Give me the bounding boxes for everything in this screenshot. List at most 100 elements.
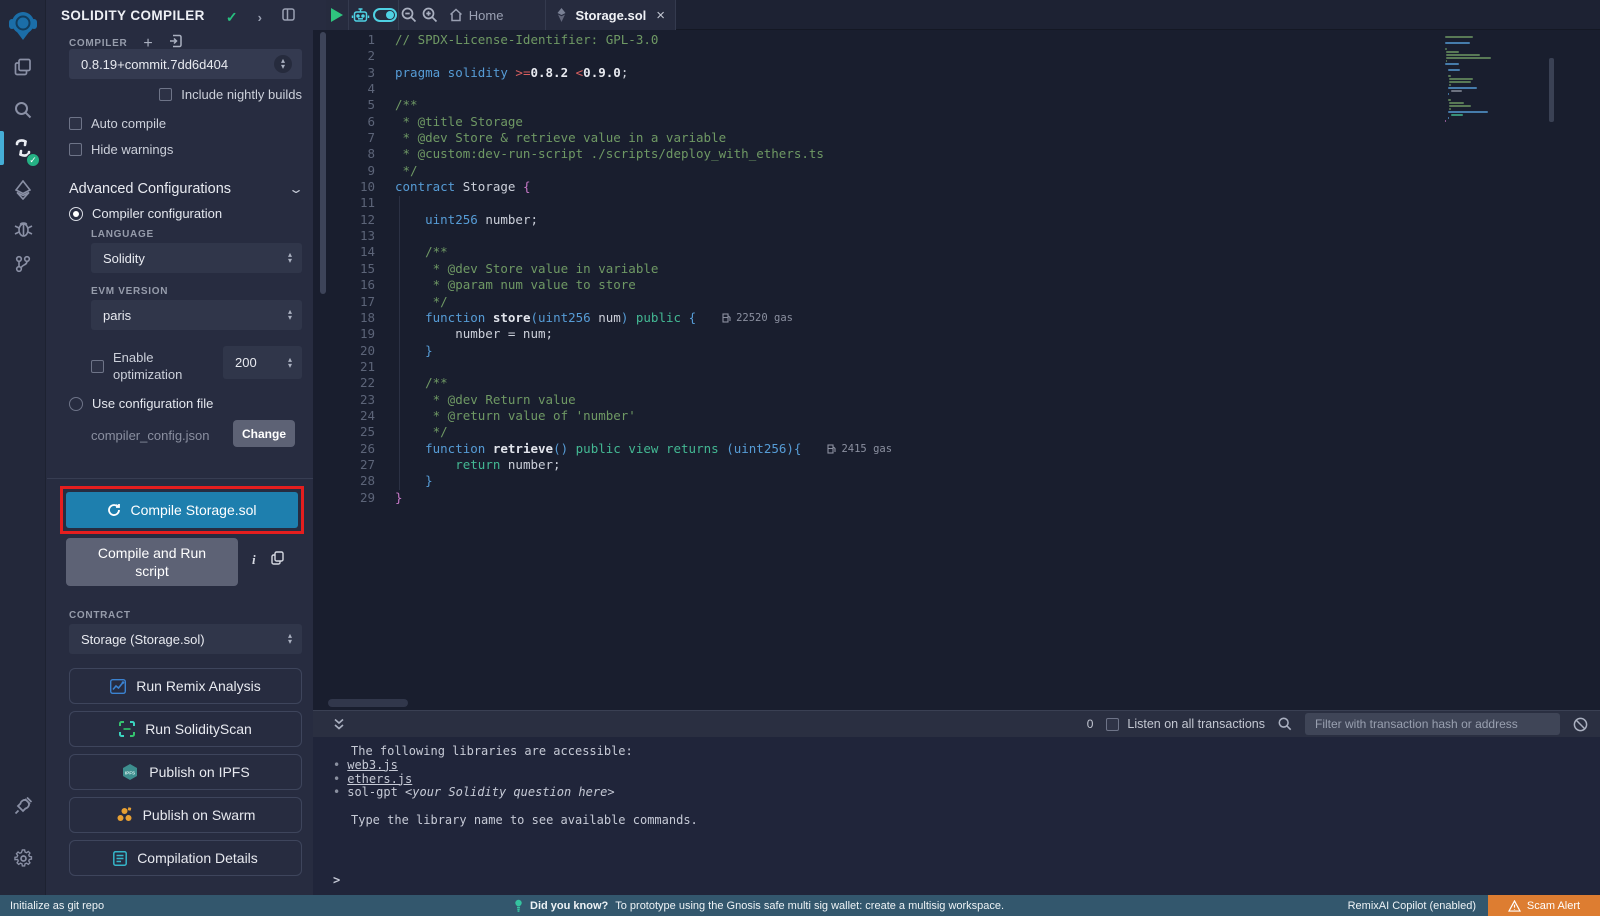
nightly-builds-row: Include nightly builds	[159, 87, 302, 102]
contract-section-label: CONTRACT	[69, 610, 131, 621]
run-remix-analysis-button[interactable]: Run Remix Analysis	[69, 668, 302, 704]
home-tab[interactable]: Home	[441, 0, 512, 30]
enable-optimization-checkbox[interactable]	[91, 360, 104, 373]
git-init-status[interactable]: Initialize as git repo	[10, 900, 104, 912]
code-line: * @dev Store value in variable	[395, 261, 1490, 277]
language-label: LANGUAGE	[91, 229, 154, 240]
solidity-file-icon	[556, 8, 567, 22]
compiler-configuration-label: Compiler configuration	[92, 206, 222, 221]
code-line	[395, 48, 1490, 64]
plugin-manager-icon[interactable]	[0, 788, 46, 822]
swarm-icon	[116, 807, 133, 823]
hide-warnings-checkbox[interactable]	[69, 143, 82, 156]
bullet-icon: •	[333, 759, 340, 773]
compiler-configuration-row: Compiler configuration	[69, 206, 222, 221]
main-area: Home Storage.sol × 123456789101112131415…	[326, 0, 1600, 895]
terminal-prompt[interactable]: >	[333, 873, 340, 887]
run-solidityscan-button[interactable]: Run SolidityScan	[69, 711, 302, 747]
ethers-link[interactable]: ethers.js	[347, 773, 412, 787]
compiler-version-select[interactable]: 0.8.19+commit.7dd6d404 ▴▾	[69, 49, 302, 79]
code-line: uint256 number;	[395, 212, 1490, 228]
use-config-file-radio[interactable]	[69, 397, 83, 411]
scam-alert-button[interactable]: Scam Alert	[1488, 895, 1600, 916]
remix-logo-icon[interactable]	[0, 8, 46, 44]
code-editor[interactable]: 1234567891011121314151617181920212223242…	[313, 30, 1600, 710]
optimization-runs-value: 200	[235, 355, 257, 370]
code-line: */	[395, 294, 1490, 310]
terminal-search-icon[interactable]	[1278, 717, 1292, 731]
tip-text: To prototype using the Gnosis safe multi…	[615, 900, 1004, 912]
transaction-count: 0	[1087, 717, 1094, 731]
auto-compile-checkbox[interactable]	[69, 117, 82, 130]
gas-estimate: 2415 gas	[827, 441, 892, 457]
compile-button[interactable]: Compile Storage.sol	[66, 492, 298, 528]
file-explorer-icon[interactable]	[0, 50, 46, 84]
pin-panel-icon[interactable]	[282, 8, 295, 26]
debugger-icon[interactable]	[0, 212, 46, 246]
enable-optimization-label: Enable optimization	[113, 349, 205, 383]
compilation-details-button[interactable]: Compilation Details	[69, 840, 302, 876]
select-caret-icon: ▴▾	[288, 252, 292, 264]
code-line: number = num;	[395, 326, 1490, 342]
solidity-compiler-icon[interactable]: ✓	[0, 131, 46, 165]
zoom-out-icon[interactable]	[398, 0, 419, 30]
code-line	[395, 359, 1490, 375]
minimap[interactable]	[1445, 36, 1545, 123]
nightly-builds-checkbox[interactable]	[159, 88, 172, 101]
code-line: }	[395, 490, 1490, 506]
horizontal-scrollbar[interactable]	[328, 699, 408, 707]
info-icon[interactable]: i	[252, 552, 256, 568]
code-line: /**	[395, 375, 1490, 391]
change-config-button[interactable]: Change	[233, 420, 295, 447]
auto-compile-label: Auto compile	[91, 116, 166, 131]
deploy-run-icon[interactable]	[0, 173, 46, 207]
collapse-terminal-icon[interactable]	[333, 718, 345, 731]
remix-ide-window: ✓ SOLIDITY COMPILER ✓ › COMPILER +	[0, 0, 1600, 916]
language-select[interactable]: Solidity ▴▾	[91, 243, 302, 273]
collapse-chevron-icon[interactable]: ›	[258, 10, 262, 25]
tab-storage-sol[interactable]: Storage.sol ×	[545, 0, 676, 30]
copy-icon[interactable]	[271, 551, 284, 570]
compile-and-run-button[interactable]: Compile and Run script	[66, 538, 238, 586]
compiler-configuration-radio[interactable]	[69, 207, 83, 221]
chevron-down-icon[interactable]: ⌄	[288, 182, 304, 196]
listen-transactions-checkbox[interactable]	[1106, 718, 1119, 731]
contract-select[interactable]: Storage (Storage.sol) ▴▾	[69, 624, 302, 654]
transaction-filter-input[interactable]	[1305, 713, 1560, 735]
scan-icon	[119, 721, 135, 737]
clear-console-icon[interactable]	[1573, 717, 1588, 732]
enable-optimization-row: Enable optimization	[91, 349, 205, 383]
publish-on-swarm-button[interactable]: Publish on Swarm	[69, 797, 302, 833]
zoom-in-icon[interactable]	[420, 0, 441, 30]
evm-version-select[interactable]: paris ▴▾	[91, 300, 302, 330]
status-bar: Initialize as git repo Did you know? To …	[0, 895, 1600, 916]
run-script-play-button[interactable]	[326, 0, 348, 30]
copilot-status[interactable]: RemixAI Copilot (enabled)	[1348, 900, 1476, 912]
ai-copilot-robot-icon[interactable]	[349, 0, 373, 30]
action-button-label: Run SolidityScan	[145, 721, 252, 737]
code-line: * @title Storage	[395, 114, 1490, 130]
code-line: */	[395, 163, 1490, 179]
search-icon[interactable]	[0, 93, 46, 127]
warning-icon	[1508, 900, 1521, 912]
use-config-file-row: Use configuration file	[69, 396, 213, 411]
minimap-slider[interactable]	[1549, 58, 1554, 122]
tab-label: Storage.sol	[575, 8, 646, 23]
copilot-toggle[interactable]	[373, 0, 398, 30]
code-line: contract Storage {	[395, 179, 1490, 195]
code-line: * @custom:dev-run-script ./scripts/deplo…	[395, 146, 1490, 162]
did-you-know-tip: Did you know? To prototype using the Gno…	[514, 899, 1004, 912]
git-icon[interactable]	[0, 247, 46, 281]
close-tab-icon[interactable]: ×	[656, 7, 665, 24]
code-line: */	[395, 424, 1490, 440]
code-line: function retrieve() public view returns …	[395, 441, 1490, 457]
compile-and-run-label: Compile and Run script	[82, 544, 222, 580]
settings-gear-icon[interactable]	[0, 841, 46, 875]
advanced-configurations-title[interactable]: Advanced Configurations	[69, 181, 231, 197]
terminal[interactable]: The following libraries are accessible: …	[313, 737, 1600, 895]
optimization-runs-input[interactable]: 200 ▴▾	[223, 346, 302, 379]
code-line: /**	[395, 97, 1490, 113]
publish-on-ipfs-button[interactable]: IPFS Publish on IPFS	[69, 754, 302, 790]
web3-link[interactable]: web3.js	[347, 759, 398, 773]
code-line: }	[395, 343, 1490, 359]
